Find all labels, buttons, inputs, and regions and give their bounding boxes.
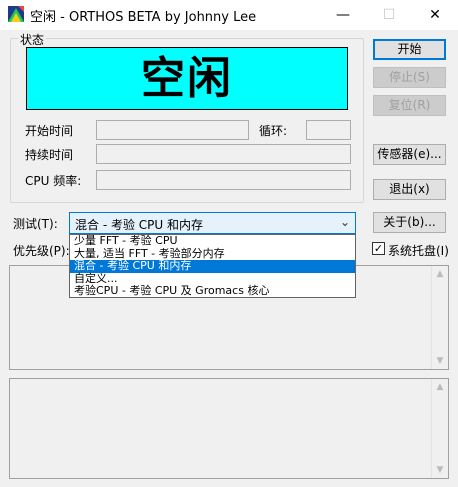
test-select-value: 混合 - 考验 CPU 和内存 [75,218,203,232]
test-dropdown-list: 少量 FFT - 考验 CPU 大量, 适当 FFT - 考验部分内存 混合 -… [69,234,356,298]
cpu-freq-field [96,170,351,190]
scroll-down-icon[interactable]: ▼ [432,465,448,475]
scroll-up-icon[interactable]: ▲ [432,382,448,392]
close-button[interactable]: ✕ [412,0,458,30]
log-area-bottom[interactable]: ▲ ▼ [9,378,449,479]
tray-label[interactable]: 系统托盘(I) [388,242,449,259]
status-display: 空闲 [26,47,348,110]
start-button[interactable]: 开始 [373,39,446,60]
scroll-up-icon[interactable]: ▲ [432,269,448,279]
test-label: 测试(T): [13,217,58,231]
scroll-down-icon[interactable]: ▼ [432,356,448,366]
dropdown-item[interactable]: 少量 FFT - 考验 CPU [70,234,355,248]
duration-label: 持续时间 [25,148,74,162]
title-bar: 空闲 - ORTHOS BETA by Johnny Lee — ☐ ✕ [0,0,458,30]
minimize-button[interactable]: — [320,0,366,30]
maximize-icon: ☐ [382,7,396,23]
scrollbar[interactable]: ▲ ▼ [431,379,448,478]
sensors-button[interactable]: 传感器(e)... [373,144,446,165]
duration-field [96,144,351,164]
dropdown-item-selected[interactable]: 混合 - 考验 CPU 和内存 [70,259,355,273]
exit-button[interactable]: 退出(x) [373,179,446,200]
status-text: 空闲 [141,53,233,104]
scrollbar[interactable]: ▲ ▼ [431,266,448,369]
reset-button: 复位(R) [373,95,446,116]
dropdown-item[interactable]: 考验CPU - 考验 CPU 及 Gromacs 核心 [70,284,355,298]
stop-button: 停止(S) [373,67,446,88]
loop-field [306,120,351,140]
maximize-button: ☐ [366,0,412,30]
tray-checkbox[interactable]: ✓ [372,242,385,255]
about-button[interactable]: 关于(b)... [373,212,446,233]
start-time-label: 开始时间 [25,124,74,138]
status-group-label: 状态 [18,31,47,48]
close-icon: ✕ [429,7,441,23]
priority-label: 优先级(P): [13,244,70,258]
test-select[interactable]: 混合 - 考验 CPU 和内存 ⌄ [69,212,356,234]
window-title: 空闲 - ORTHOS BETA by Johnny Lee [30,10,257,25]
loop-label: 循环: [259,124,288,138]
start-time-field [96,120,249,140]
minimize-icon: — [336,7,350,23]
check-icon: ✓ [373,242,384,255]
chevron-down-icon: ⌄ [339,215,350,229]
cpu-freq-label: CPU 频率: [25,174,82,188]
app-icon [8,6,24,22]
